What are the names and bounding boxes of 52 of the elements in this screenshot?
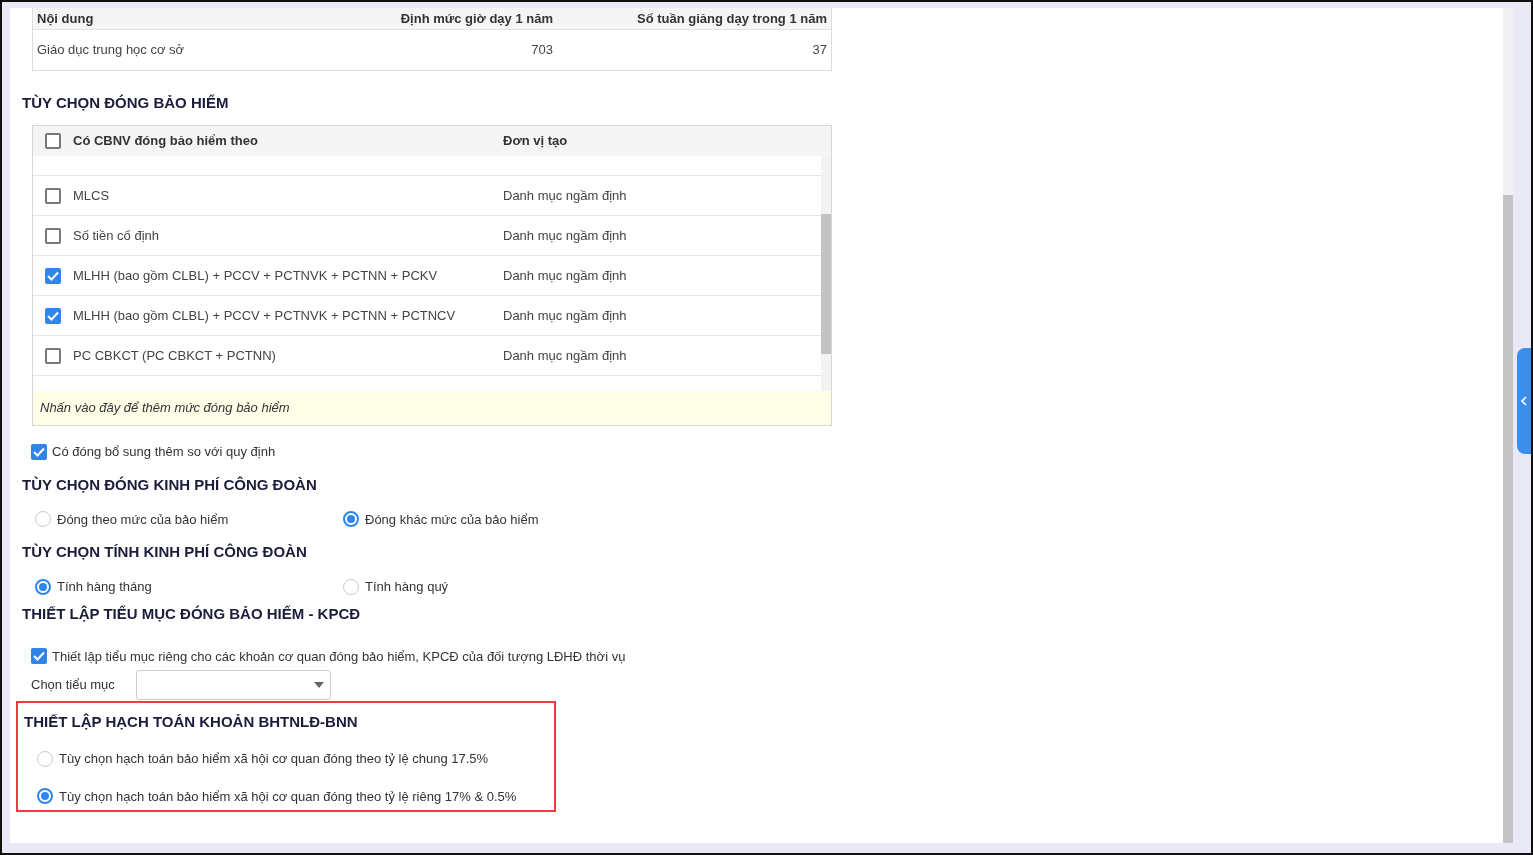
chevron-left-icon [1521, 396, 1527, 406]
radio-label: Tính hàng quý [365, 578, 449, 596]
radio-label: Tùy chọn hạch toán bảo hiểm xã hội cơ quan đóng theo tỷ lệ riêng 17% & 0.5% [59, 787, 517, 806]
table-cell-text: Số tiền cố định [73, 226, 160, 245]
table-cell-text: 37 [811, 41, 828, 60]
scrollbar[interactable] [1503, 8, 1513, 843]
column-header: Nội dung [36, 9, 95, 28]
section-heading: TÙY CHỌN ĐÓNG BẢO HIỂM [22, 94, 230, 112]
section-heading: TÙY CHỌN TÍNH KINH PHÍ CÔNG ĐOÀN [22, 543, 308, 561]
table-cell-text: Danh mục ngầm định [503, 346, 627, 365]
radio-button[interactable] [37, 788, 53, 805]
radio-button[interactable] [343, 578, 359, 595]
checkbox-label: Thiết lập tiểu mục riêng cho các khoản cơ quan đóng bảo hiểm, KPCĐ của đối tượng LĐHĐ thời vụ [52, 647, 626, 666]
table-cell-text: Danh mục ngầm định [503, 266, 627, 285]
radio-label: Tính hàng tháng [57, 578, 152, 596]
checkbox[interactable] [45, 187, 61, 204]
table-cell-text: 703 [530, 41, 553, 60]
checkbox[interactable] [31, 443, 47, 460]
column-header: Đơn vị tạo [503, 132, 568, 151]
checkbox-label: Có đóng bổ sung thêm so với quy định [52, 443, 276, 461]
table-cell-text: Danh mục ngầm định [503, 306, 627, 325]
table-cell-text: MLHH (bao gồm CLBL) + PCCV + PCTNVK + PCTNN + PCTNCV [73, 306, 457, 325]
table-cell-text: Giáo dục trung học cơ sở [36, 41, 186, 60]
radio-label: Đóng theo mức của bảo hiểm [57, 510, 229, 529]
dropdown-caret-icon [314, 682, 324, 688]
table-cell-text: Danh mục ngầm định [503, 186, 627, 205]
section-heading: TÙY CHỌN ĐÓNG KINH PHÍ CÔNG ĐOÀN [22, 475, 318, 494]
checkbox[interactable] [31, 648, 47, 665]
column-header: Số tuần giảng dạy trong 1 năm [636, 9, 828, 28]
collapse-tab[interactable] [1517, 348, 1531, 454]
radio-button[interactable] [35, 511, 51, 528]
column-header: Định mức giờ dạy 1 năm [399, 9, 553, 28]
section-heading: THIẾT LẬP HẠCH TOÁN KHOẢN BHTNLĐ-BNN [24, 713, 359, 731]
select-label: Chọn tiểu mục [31, 676, 116, 695]
checkbox[interactable] [45, 307, 61, 324]
checkbox[interactable] [45, 227, 61, 244]
table-cell-text: Danh mục ngầm định [503, 226, 627, 245]
section-heading: THIẾT LẬP TIỂU MỤC ĐÓNG BẢO HIỂM - KPCĐ [22, 604, 362, 623]
table-cell-text: PC CBKCT (PC CBKCT + PCTNN) [73, 346, 277, 365]
checkbox[interactable] [45, 133, 61, 149]
radio-button[interactable] [37, 750, 53, 767]
checkbox[interactable] [45, 347, 61, 364]
checkbox[interactable] [45, 267, 61, 284]
table-cell-text: MLHH (bao gồm CLBL) + PCCV + PCTNVK + PCTNN + PCKV [73, 266, 439, 285]
radio-button[interactable] [35, 578, 51, 595]
radio-label: Tùy chọn hạch toán bảo hiểm xã hội cơ quan đóng theo tỷ lệ chung 17.5% [59, 750, 489, 768]
scrollbar[interactable] [821, 156, 831, 391]
radio-label: Đóng khác mức của bảo hiểm [365, 510, 539, 529]
add-row-hint[interactable]: Nhấn vào đây để thêm mức đóng bảo hiểm [33, 391, 831, 425]
column-header: Có CBNV đóng bảo hiểm theo [73, 132, 259, 151]
radio-button[interactable] [343, 511, 359, 528]
table-cell-text: MLCS [73, 186, 111, 205]
